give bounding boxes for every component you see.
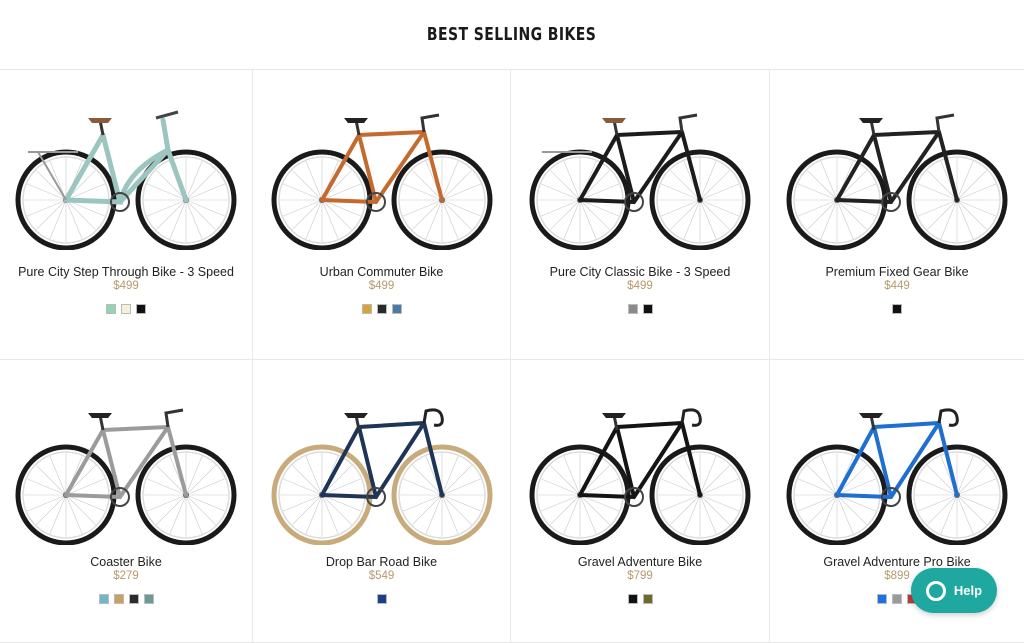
product-price: $499	[627, 280, 653, 292]
product-card-coaster-bike[interactable]: Coaster Bike $279	[0, 360, 253, 643]
product-image[interactable]	[253, 80, 510, 260]
color-swatches	[253, 304, 510, 314]
product-card-pure-city-classic-bike-3-speed[interactable]: Pure City Classic Bike - 3 Speed $499	[511, 70, 770, 360]
color-swatch[interactable]	[98, 594, 109, 604]
color-swatch[interactable]	[361, 304, 372, 314]
color-swatch[interactable]	[892, 304, 902, 314]
product-card-urban-commuter-bike[interactable]: Urban Commuter Bike $499	[253, 70, 511, 360]
color-swatches	[511, 304, 769, 314]
product-image[interactable]	[0, 375, 252, 555]
product-card-premium-fixed-gear-bike[interactable]: Premium Fixed Gear Bike $449	[770, 70, 1024, 360]
color-swatch[interactable]	[642, 304, 653, 314]
color-swatches	[0, 304, 252, 314]
page-title: BEST SELLING BIKES	[427, 24, 597, 45]
color-swatches	[770, 304, 1024, 314]
color-swatch[interactable]	[113, 594, 124, 604]
product-image[interactable]	[511, 80, 769, 260]
product-card-pure-city-step-through-bike-3-speed[interactable]: Pure City Step Through Bike - 3 Speed $49…	[0, 70, 253, 360]
product-price: $499	[113, 280, 139, 292]
color-swatch[interactable]	[391, 304, 402, 314]
product-name[interactable]: Gravel Adventure Bike	[511, 555, 769, 569]
product-card-drop-bar-road-bike[interactable]: Drop Bar Road Bike $549	[253, 360, 511, 643]
product-name[interactable]: Drop Bar Road Bike	[253, 555, 510, 569]
color-swatch[interactable]	[627, 304, 638, 314]
color-swatch[interactable]	[627, 594, 638, 604]
color-swatch[interactable]	[892, 594, 902, 604]
color-swatch[interactable]	[136, 304, 146, 314]
color-swatch[interactable]	[376, 304, 387, 314]
product-image[interactable]	[0, 80, 252, 260]
section-header: BEST SELLING BIKES	[0, 0, 1024, 70]
color-swatches	[253, 594, 510, 604]
product-name[interactable]: Premium Fixed Gear Bike	[770, 265, 1024, 279]
product-price: $499	[368, 280, 395, 292]
help-chat-icon	[925, 580, 946, 601]
product-name[interactable]: Pure City Classic Bike - 3 Speed	[511, 265, 769, 279]
color-swatches	[511, 594, 769, 604]
color-swatch[interactable]	[128, 594, 139, 604]
help-button[interactable]: Help	[911, 568, 997, 613]
product-image[interactable]	[770, 80, 1024, 260]
help-label: Help	[953, 583, 983, 598]
product-name[interactable]: Gravel Adventure Pro Bike	[770, 555, 1024, 569]
color-swatch[interactable]	[376, 594, 387, 604]
product-image[interactable]	[511, 375, 769, 555]
product-price: $449	[884, 280, 910, 292]
color-swatch[interactable]	[143, 594, 154, 604]
product-name[interactable]: Pure City Step Through Bike - 3 Speed	[0, 265, 252, 279]
product-grid: Pure City Step Through Bike - 3 Speed $49…	[0, 70, 1024, 643]
color-swatch[interactable]	[106, 304, 116, 314]
product-price: $799	[627, 570, 653, 582]
product-price: $279	[113, 570, 139, 582]
product-image[interactable]	[253, 375, 510, 555]
product-card-gravel-adventure-bike[interactable]: Gravel Adventure Bike $799	[511, 360, 770, 643]
product-image[interactable]	[770, 375, 1024, 555]
color-swatch[interactable]	[642, 594, 653, 604]
product-name[interactable]: Urban Commuter Bike	[253, 265, 510, 279]
color-swatches	[0, 594, 252, 604]
color-swatch[interactable]	[877, 594, 887, 604]
color-swatch[interactable]	[121, 304, 131, 314]
product-price: $549	[368, 570, 395, 582]
product-name[interactable]: Coaster Bike	[0, 555, 252, 569]
